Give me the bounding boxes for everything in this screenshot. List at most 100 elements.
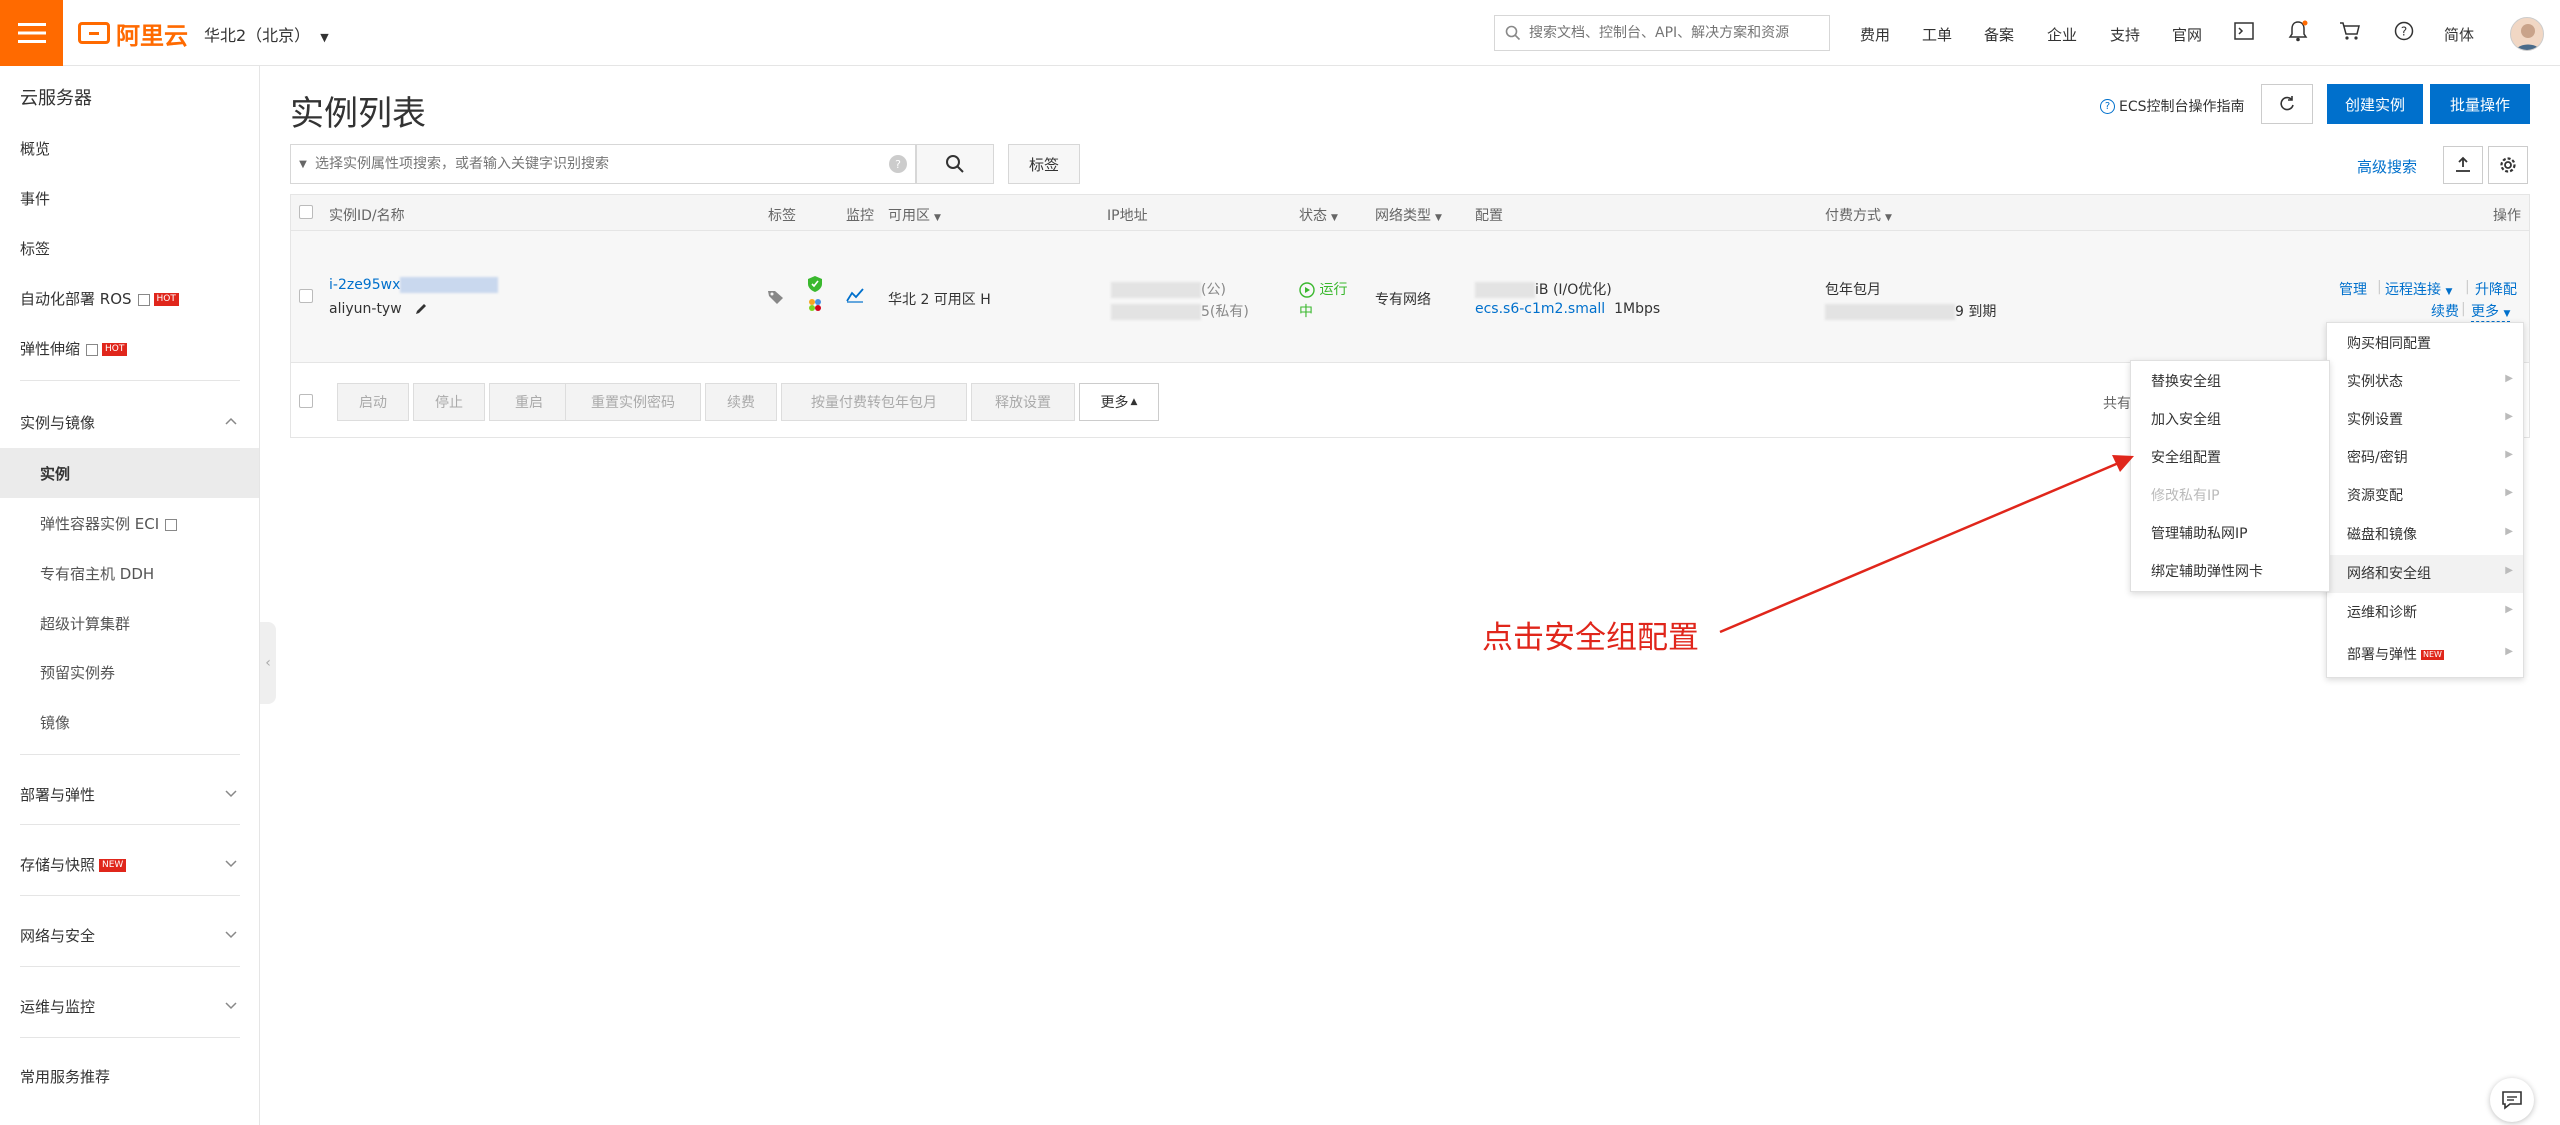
terminal-icon[interactable]	[2232, 19, 2256, 43]
tag-filter-button[interactable]: 标签	[1008, 144, 1080, 184]
chevron-down-icon[interactable]	[224, 856, 238, 870]
help-circle-icon[interactable]: ?	[889, 155, 907, 173]
header-zone[interactable]: 可用区 ▼	[888, 205, 941, 225]
sidebar-item-overview[interactable]: 概览	[20, 138, 50, 159]
top-link-icp[interactable]: 备案	[1984, 24, 2014, 45]
language-switch[interactable]: 简体	[2444, 24, 2474, 45]
header-billing[interactable]: 付费方式 ▼	[1825, 205, 1892, 225]
renew-button[interactable]: 续费	[705, 383, 777, 421]
submenu-item-replace-sg[interactable]: 替换安全组	[2151, 371, 2221, 391]
top-link-ticket[interactable]: 工单	[1922, 24, 1952, 45]
region-selector[interactable]: 华北2（北京） ▼	[204, 22, 329, 46]
sidebar-item-reserved[interactable]: 预留实例券	[40, 662, 115, 683]
menu-item-buy-same[interactable]: 购买相同配置	[2347, 333, 2431, 353]
search-button[interactable]	[916, 144, 994, 184]
bell-icon[interactable]	[2286, 19, 2310, 43]
sidebar-group-deployment[interactable]: 部署与弹性	[20, 784, 95, 805]
sidebar-group-instances[interactable]: 实例与镜像	[20, 412, 95, 433]
hamburger-menu-button[interactable]	[0, 0, 63, 66]
monitor-chart-icon[interactable]	[846, 287, 864, 303]
caret-down-icon: ▼	[2445, 287, 2453, 297]
row-checkbox[interactable]	[299, 289, 313, 303]
sidebar-item-tags[interactable]: 标签	[20, 238, 50, 259]
redacted-text	[400, 277, 499, 293]
ecs-guide-link[interactable]: ? ECS控制台操作指南	[2100, 96, 2245, 116]
menu-item-password-key[interactable]: 密码/密钥	[2347, 447, 2408, 467]
edit-pencil-icon[interactable]	[414, 302, 428, 316]
top-link-billing[interactable]: 费用	[1860, 24, 1890, 45]
sidebar-group-ops[interactable]: 运维与监控	[20, 996, 95, 1017]
menu-item-ops-diagnosis[interactable]: 运维和诊断	[2347, 602, 2417, 622]
caret-down-icon[interactable]: ▼	[291, 159, 315, 170]
reset-password-button[interactable]: 重置实例密码	[565, 383, 701, 421]
apps-icon[interactable]	[807, 297, 823, 313]
instance-filter[interactable]: ▼ ?	[290, 144, 916, 184]
menu-item-resource-change[interactable]: 资源变配	[2347, 485, 2403, 505]
status-text-1: 运行	[1319, 282, 1348, 298]
header-network[interactable]: 网络类型 ▼	[1375, 205, 1442, 225]
renew-link[interactable]: 续费	[2431, 301, 2459, 321]
total-count: 共有	[2103, 396, 2131, 412]
sidebar-item-events[interactable]: 事件	[20, 188, 50, 209]
chevron-down-icon[interactable]	[224, 927, 238, 941]
sidebar-item-instances[interactable]: 实例	[40, 463, 70, 484]
security-shield-icon[interactable]	[807, 275, 823, 293]
remote-connect-link[interactable]: 远程连接 ▼	[2385, 279, 2452, 299]
sidebar-item-ddh[interactable]: 专有宿主机 DDH	[40, 563, 154, 584]
advanced-search-link[interactable]: 高级搜索	[2357, 156, 2417, 177]
top-link-support[interactable]: 支持	[2110, 24, 2140, 45]
top-link-official[interactable]: 官网	[2172, 24, 2202, 45]
export-button[interactable]	[2443, 146, 2483, 184]
release-settings-button[interactable]: 释放设置	[971, 383, 1075, 421]
sidebar-item-recommend[interactable]: 常用服务推荐	[20, 1066, 110, 1087]
more-actions-button[interactable]: 更多 ▲	[1079, 383, 1159, 421]
menu-item-instance-settings[interactable]: 实例设置	[2347, 409, 2403, 429]
tag-icon[interactable]	[767, 289, 785, 305]
instance-type-link[interactable]: ecs.s6-c1m2.small	[1475, 301, 1605, 317]
menu-item-deployment[interactable]: 部署与弹性 NEW	[2347, 644, 2444, 664]
submenu-item-sg-config[interactable]: 安全组配置	[2151, 447, 2221, 467]
sidebar-item-eci[interactable]: 弹性容器实例 ECI	[40, 513, 178, 534]
footer-checkbox[interactable]	[299, 394, 313, 408]
header-status[interactable]: 状态 ▼	[1299, 205, 1338, 225]
sidebar-item-ros[interactable]: 自动化部署 ROS HOT	[20, 288, 179, 309]
menu-item-disk-image[interactable]: 磁盘和镜像	[2347, 524, 2417, 544]
refresh-button[interactable]	[2261, 84, 2313, 124]
top-link-enterprise[interactable]: 企业	[2047, 24, 2077, 45]
chat-button[interactable]	[2490, 1078, 2534, 1122]
chevron-up-icon[interactable]	[224, 414, 238, 428]
global-search[interactable]	[1494, 15, 1830, 51]
menu-item-instance-status[interactable]: 实例状态	[2347, 371, 2403, 391]
chevron-down-icon[interactable]	[224, 786, 238, 800]
submenu-item-join-sg[interactable]: 加入安全组	[2151, 409, 2221, 429]
restart-button[interactable]: 重启	[489, 383, 569, 421]
submenu-item-secondary-ip[interactable]: 管理辅助私网IP	[2151, 523, 2248, 543]
help-icon[interactable]: ?	[2392, 19, 2416, 43]
sidebar-item-autoscaling[interactable]: 弹性伸缩 HOT	[20, 338, 128, 359]
global-search-input[interactable]	[1529, 25, 1819, 41]
sidebar-group-storage[interactable]: 存储与快照 NEW	[20, 854, 127, 875]
manage-link[interactable]: 管理	[2339, 279, 2367, 299]
menu-item-network-security[interactable]: 网络和安全组	[2347, 563, 2431, 583]
sidebar-group-network[interactable]: 网络与安全	[20, 925, 95, 946]
instance-filter-input[interactable]	[315, 156, 889, 172]
select-all-checkbox[interactable]	[299, 205, 313, 219]
create-instance-button[interactable]: 创建实例	[2327, 84, 2423, 124]
stop-button[interactable]: 停止	[413, 383, 485, 421]
chevron-down-icon[interactable]	[224, 998, 238, 1012]
instance-id-link[interactable]: i-2ze95wx	[329, 277, 499, 293]
aliyun-logo[interactable]: 阿里云	[78, 17, 188, 50]
storage-label: 存储与快照	[20, 856, 96, 874]
sidebar-item-images[interactable]: 镜像	[40, 712, 70, 733]
start-button[interactable]: 启动	[337, 383, 409, 421]
upgrade-link[interactable]: 升降配	[2475, 279, 2517, 299]
batch-operation-button[interactable]: 批量操作	[2430, 84, 2530, 124]
sidebar-item-scc[interactable]: 超级计算集群	[40, 613, 130, 634]
sidebar-collapse-handle[interactable]: ‹	[260, 622, 276, 704]
submenu-item-bind-eni[interactable]: 绑定辅助弹性网卡	[2151, 561, 2263, 581]
user-avatar[interactable]	[2510, 17, 2544, 51]
more-link[interactable]: 更多 ▼	[2471, 301, 2511, 322]
settings-button[interactable]	[2488, 146, 2528, 184]
convert-billing-button[interactable]: 按量付费转包年包月	[781, 383, 967, 421]
cart-icon[interactable]	[2338, 19, 2362, 43]
